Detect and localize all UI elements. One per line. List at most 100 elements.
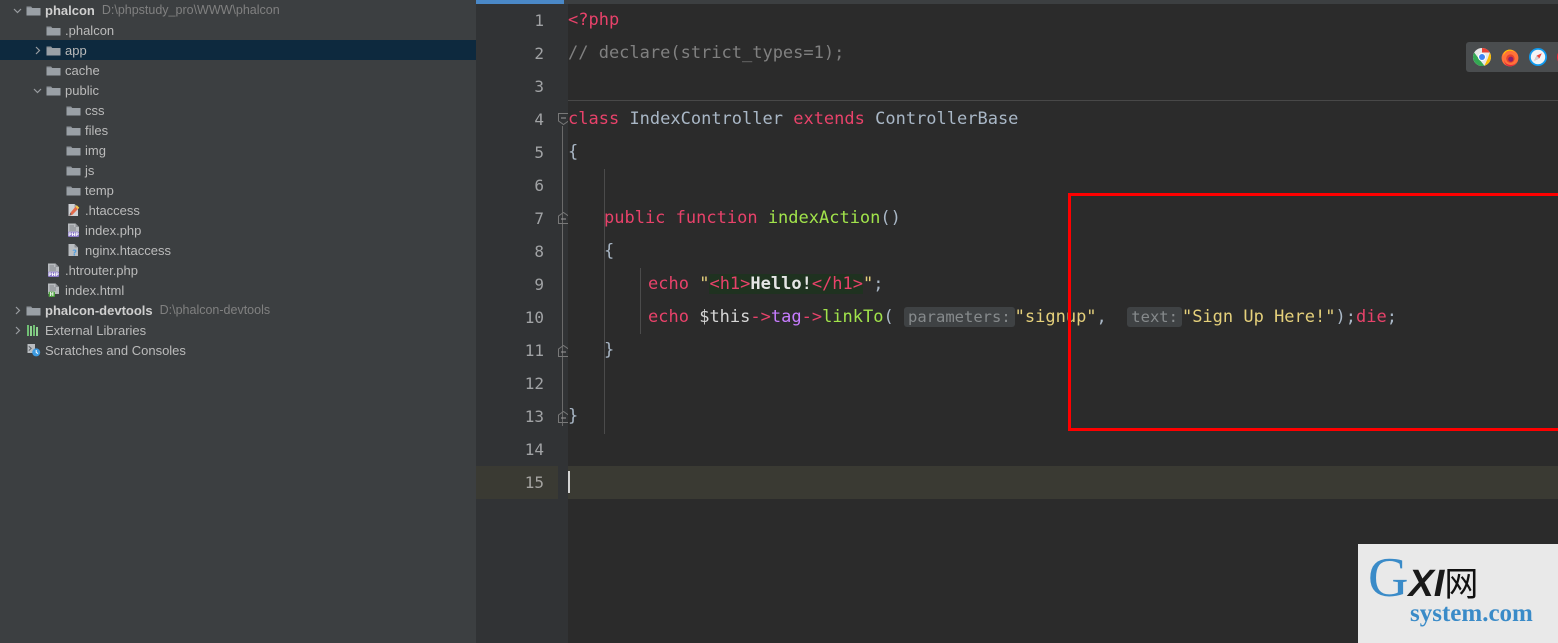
call-close-paren: ); — [1335, 307, 1356, 327]
line-number-gutter[interactable]: 1 2 3 4 5 6 7 8 9 10 11 12 13 14 15 — [476, 4, 558, 643]
svg-text:H: H — [49, 291, 53, 297]
tree-row-phalcon[interactable]: .phalcon — [0, 20, 476, 40]
tree-row-temp[interactable]: temp — [0, 180, 476, 200]
safari-icon[interactable] — [1528, 47, 1548, 67]
keyword-extends: extends — [793, 109, 865, 129]
folder-icon — [64, 161, 82, 179]
tree-row-index-html[interactable]: Hindex.html — [0, 280, 476, 300]
chevron-right-icon[interactable] — [30, 40, 44, 60]
code-line-13[interactable]: } — [568, 400, 578, 433]
firefox-icon[interactable] — [1500, 47, 1520, 67]
chevron-right-icon[interactable] — [10, 320, 24, 340]
folder-icon — [44, 41, 62, 59]
folder-icon — [44, 61, 62, 79]
tree-row-cache[interactable]: cache — [0, 60, 476, 80]
tree-row-scratches-and-consoles[interactable]: Scratches and Consoles — [0, 340, 476, 360]
tree-row-htrouter-php[interactable]: PHP .htrouter.php — [0, 260, 476, 280]
tree-row-app[interactable]: app — [0, 40, 476, 60]
tree-item-label: css — [85, 102, 105, 118]
site-watermark: GXI网 system.com — [1358, 544, 1558, 643]
method-name-indexaction: indexAction — [767, 208, 881, 228]
keyword-function: function — [675, 208, 758, 228]
line-number[interactable]: 7 — [484, 202, 544, 235]
string-quote-open: " — [699, 274, 710, 294]
current-line-highlight — [568, 466, 1558, 499]
chevron-down-icon[interactable] — [30, 80, 44, 100]
chrome-icon[interactable] — [1472, 47, 1492, 67]
tree-row-files[interactable]: files — [0, 120, 476, 140]
tree-item-label: app — [65, 42, 87, 58]
htaccess-icon — [64, 201, 82, 219]
line-number[interactable]: 14 — [484, 433, 544, 466]
keyword-echo-2: echo — [648, 307, 689, 327]
browser-run-toolbar[interactable] — [1466, 42, 1558, 72]
tree-row-phalcon-devtools[interactable]: phalcon-devtools D:\phalcon-devtools — [0, 300, 476, 320]
svg-text:PHP: PHP — [68, 231, 79, 237]
project-tree-panel[interactable]: phalcon D:\phpstudy_pro\WWW\phalcon .pha… — [0, 0, 476, 643]
watermark-domain: system.com — [1410, 600, 1533, 627]
folder-icon — [64, 121, 82, 139]
unknown-file-icon: ? — [64, 241, 82, 259]
tree-item-label: public — [65, 82, 99, 98]
ide-window: phalcon D:\phpstudy_pro\WWW\phalcon .pha… — [0, 0, 1558, 643]
tree-row-project-root[interactable]: phalcon D:\phpstudy_pro\WWW\phalcon — [0, 0, 476, 20]
tree-row-public[interactable]: public — [0, 80, 476, 100]
chevron-right-icon[interactable] — [10, 300, 24, 320]
tree-row-htaccess[interactable]: .htaccess — [0, 200, 476, 220]
tree-row-index-php[interactable]: PHP index.php — [0, 220, 476, 240]
line-number[interactable]: 11 — [484, 334, 544, 367]
code-line-4[interactable]: class IndexController extends Controller… — [568, 103, 1018, 136]
parent-class-name: ControllerBase — [875, 109, 1019, 129]
line-number[interactable]: 8 — [484, 235, 544, 268]
tree-item-path: D:\phalcon-devtools — [159, 303, 271, 317]
line-number[interactable]: 9 — [484, 268, 544, 301]
method-close-brace: } — [604, 340, 615, 360]
line-number[interactable]: 6 — [484, 169, 544, 202]
arrow-operator-2: -> — [801, 307, 823, 327]
line-number[interactable]: 15 — [484, 466, 544, 499]
tree-row-external-libraries[interactable]: External Libraries — [0, 320, 476, 340]
text-caret — [568, 471, 570, 493]
code-line-9[interactable]: echo "<h1>Hello!</h1>"; — [648, 268, 884, 301]
tree-item-label: phalcon-devtools — [45, 302, 153, 318]
code-line-8[interactable]: { — [604, 235, 614, 268]
tree-row-css[interactable]: css — [0, 100, 476, 120]
code-line-1[interactable]: <?php — [568, 4, 619, 37]
line-number[interactable]: 13 — [484, 400, 544, 433]
svg-text:?: ? — [72, 248, 77, 257]
call-open-paren: ( — [883, 307, 894, 327]
code-line-10[interactable]: echo $this->tag->linkTo( parameters: "sig… — [648, 301, 1397, 334]
code-folding-strip[interactable] — [558, 4, 569, 643]
indent-guide-level2 — [640, 268, 641, 334]
tree-row-img[interactable]: img — [0, 140, 476, 160]
string-quote-close: " — [863, 274, 874, 294]
tree-row-js[interactable]: js — [0, 160, 476, 180]
tree-row-nginx-htaccess[interactable]: ? nginx.htaccess — [0, 240, 476, 260]
semicolon-1: ; — [873, 274, 884, 294]
property-tag: tag — [770, 307, 802, 327]
line-number[interactable]: 12 — [484, 367, 544, 400]
chevron-down-icon[interactable] — [10, 0, 24, 20]
line-number[interactable]: 3 — [484, 70, 544, 103]
scratches-icon — [24, 341, 42, 359]
tree-item-label: nginx.htaccess — [85, 242, 171, 258]
inlay-hint-text: text: — [1127, 307, 1182, 327]
line-number[interactable]: 1 — [484, 4, 544, 37]
folder-icon — [24, 301, 42, 319]
class-close-brace: } — [568, 406, 579, 426]
code-line-5[interactable]: { — [568, 136, 578, 169]
code-line-11[interactable]: } — [604, 334, 614, 367]
class-name: IndexController — [629, 109, 783, 129]
line-number[interactable]: 10 — [484, 301, 544, 334]
code-line-2[interactable]: // declare(strict_types=1); — [568, 37, 844, 70]
code-line-7[interactable]: public function indexAction() — [604, 202, 901, 235]
line-number[interactable]: 4 — [484, 103, 544, 136]
line-number[interactable]: 5 — [484, 136, 544, 169]
comment-declare-strict: // declare(strict_types=1); — [568, 43, 845, 63]
line-number[interactable]: 2 — [484, 37, 544, 70]
